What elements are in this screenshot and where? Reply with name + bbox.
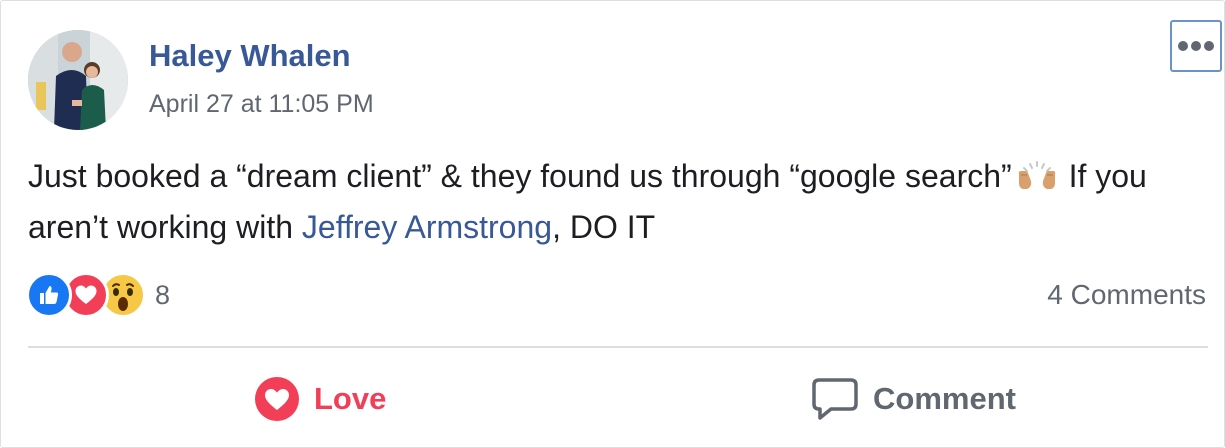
post-card: Haley Whalen April 27 at 11:05 PM Just b… xyxy=(0,0,1225,448)
post-text-part: Just booked a “dream client” & they foun… xyxy=(28,158,1012,194)
post-text-part: , DO IT xyxy=(552,209,656,245)
comment-button-label: Comment xyxy=(873,381,1016,416)
author-name[interactable]: Haley Whalen xyxy=(149,38,351,74)
post-text: Just booked a “dream client” & they foun… xyxy=(28,153,1208,251)
love-button-label: Love xyxy=(314,381,387,416)
reaction-count: 8 xyxy=(155,279,171,310)
like-reaction-icon xyxy=(26,272,72,318)
more-options-button[interactable] xyxy=(1170,20,1222,72)
more-options-icon xyxy=(1178,41,1214,51)
reactions-summary[interactable]: 8 xyxy=(26,272,170,318)
mention-link[interactable]: Jeffrey Armstrong xyxy=(302,209,552,245)
post-timestamp[interactable]: April 27 at 11:05 PM xyxy=(149,90,374,119)
love-button[interactable]: Love xyxy=(254,371,386,427)
comments-count-link[interactable]: 4 Comments xyxy=(1047,279,1206,311)
avatar[interactable] xyxy=(28,30,128,130)
raised-hands-emoji-icon xyxy=(1016,157,1058,204)
comment-button[interactable]: Comment xyxy=(811,371,1016,427)
speech-bubble-icon xyxy=(811,376,859,422)
heart-icon xyxy=(254,376,300,422)
divider xyxy=(28,346,1208,348)
